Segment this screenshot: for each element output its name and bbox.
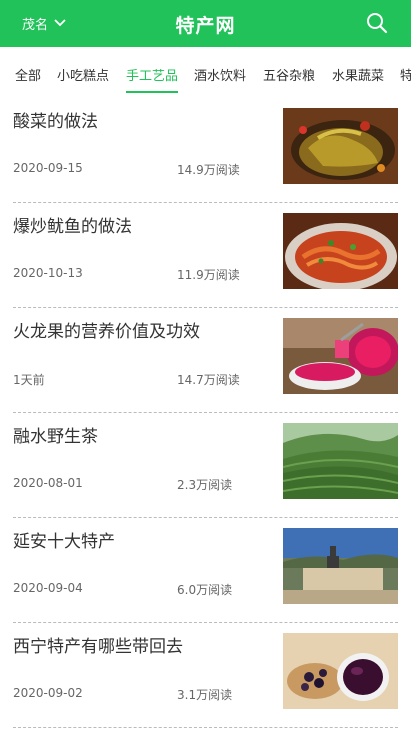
- yanan-monument-photo: [283, 528, 398, 604]
- article-read-count: 3.1万阅读: [177, 688, 233, 702]
- tab-grains[interactable]: 五谷杂粮: [263, 65, 315, 93]
- article-date: 1天前: [13, 373, 45, 387]
- article-title: 爆炒鱿鱼的做法: [13, 217, 132, 237]
- article-date: 2020-08-01: [13, 476, 83, 490]
- article-item[interactable]: 西宁特产有哪些带回去 2020-09-02 3.1万阅读: [13, 623, 398, 728]
- article-read-count: 11.9万阅读: [177, 268, 240, 282]
- article-title: 火龙果的营养价值及功效: [13, 322, 200, 342]
- article-title: 西宁特产有哪些带回去: [13, 637, 183, 657]
- article-title: 酸菜的做法: [13, 112, 98, 132]
- app-title: 特产网: [175, 15, 236, 37]
- berries-and-juice-photo: [283, 633, 398, 709]
- app-header: 茂名 特产网: [0, 0, 411, 47]
- article-item[interactable]: 延安十大特产 2020-09-04 6.0万阅读: [13, 518, 398, 623]
- article-date: 2020-09-02: [13, 686, 83, 700]
- article-item[interactable]: 融水野生茶 2020-08-01 2.3万阅读: [13, 413, 398, 518]
- tab-more[interactable]: 特: [400, 65, 411, 93]
- article-title: 融水野生茶: [13, 427, 98, 447]
- pickled-vegetables-photo: [283, 108, 398, 184]
- tab-drinks[interactable]: 酒水饮料: [194, 65, 246, 93]
- dragon-fruit-photo: [283, 318, 398, 394]
- stir-fried-squid-photo: [283, 213, 398, 289]
- tab-fruits-vegetables[interactable]: 水果蔬菜: [332, 65, 384, 93]
- article-item[interactable]: 酸菜的做法 2020-09-15 14.9万阅读: [13, 98, 398, 203]
- category-tabs: 全部 小吃糕点 手工艺品 酒水饮料 五谷杂粮 水果蔬菜 特: [0, 47, 411, 98]
- article-read-count: 14.7万阅读: [177, 373, 240, 387]
- article-read-count: 2.3万阅读: [177, 478, 233, 492]
- article-date: 2020-09-15: [13, 161, 83, 175]
- search-icon[interactable]: [365, 11, 389, 35]
- article-item[interactable]: 爆炒鱿鱼的做法 2020-10-13 11.9万阅读: [13, 203, 398, 308]
- tab-handicrafts[interactable]: 手工艺品: [126, 65, 179, 93]
- tea-plantation-photo: [283, 423, 398, 499]
- article-item[interactable]: 火龙果的营养价值及功效 1天前 14.7万阅读: [13, 308, 398, 413]
- tab-all[interactable]: 全部: [15, 65, 41, 93]
- article-read-count: 6.0万阅读: [177, 583, 233, 597]
- article-read-count: 14.9万阅读: [177, 163, 240, 177]
- article-date: 2020-09-04: [13, 581, 83, 595]
- tab-snacks[interactable]: 小吃糕点: [57, 65, 109, 93]
- article-title: 延安十大特产: [13, 532, 115, 552]
- article-date: 2020-10-13: [13, 266, 83, 280]
